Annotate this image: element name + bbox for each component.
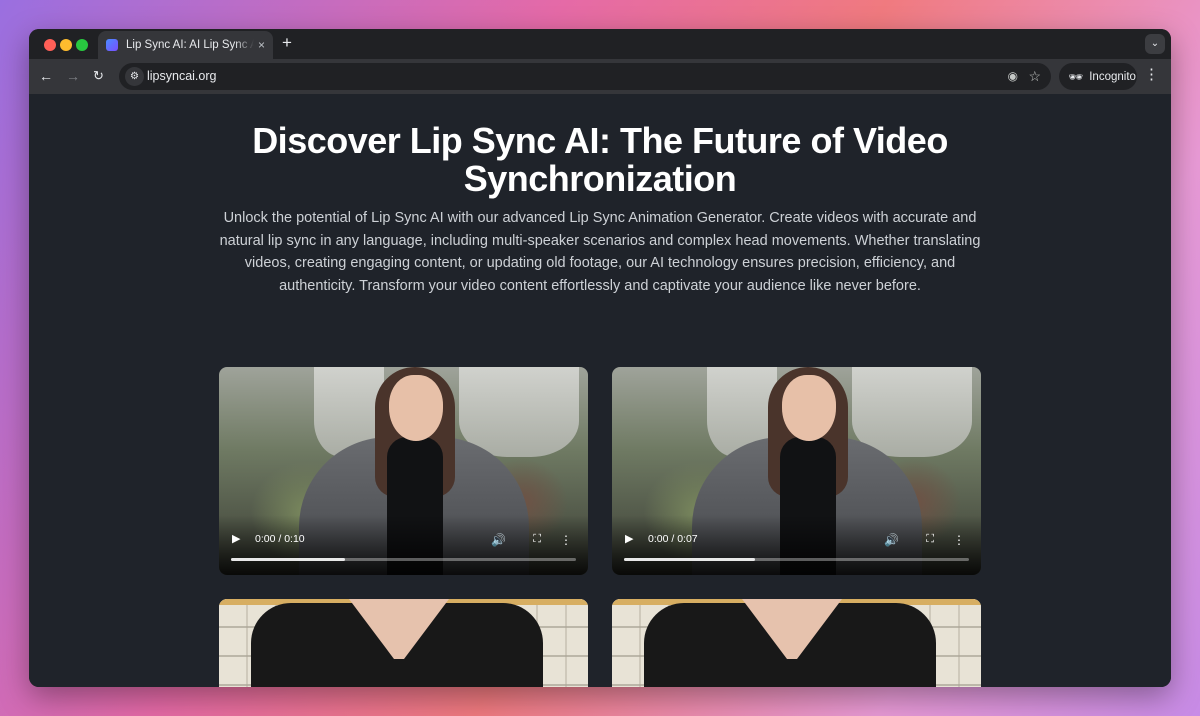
video-progress-fill — [624, 558, 756, 561]
video-more-icon[interactable]: ⋮ — [560, 533, 572, 547]
video-controls: ▶ 0:00 / 0:07 🔊 ⛶ ⋮ — [612, 515, 981, 575]
reload-icon[interactable]: ↻ — [93, 68, 104, 84]
close-window-button[interactable] — [44, 39, 56, 51]
browser-toolbar: ← → ↻ ⚙ lipsyncai.org ◉ ☆ 🕶 Incognito ⋮ — [29, 59, 1171, 94]
tab-close-icon[interactable]: × — [258, 38, 265, 52]
play-icon[interactable]: ▶ — [232, 532, 240, 545]
volume-icon[interactable]: 🔊 — [884, 533, 899, 547]
incognito-label: Incognito — [1089, 70, 1136, 83]
video-progress-fill — [231, 558, 345, 561]
address-bar[interactable]: ⚙ lipsyncai.org ◉ ☆ — [119, 63, 1051, 90]
video-time: 0:00 / 0:07 — [648, 533, 698, 545]
video-time: 0:00 / 0:10 — [255, 533, 305, 545]
video-progress-bar[interactable] — [231, 558, 576, 561]
video-player[interactable] — [612, 599, 981, 687]
video-more-icon[interactable]: ⋮ — [953, 533, 965, 547]
fullscreen-icon[interactable]: ⛶ — [926, 533, 934, 546]
incognito-indicator[interactable]: 🕶 Incognito — [1059, 63, 1137, 90]
minimize-window-button[interactable] — [60, 39, 72, 51]
video-frame — [219, 599, 588, 687]
browser-window: Lip Sync AI: AI Lip Sync Animation Gener… — [29, 29, 1171, 687]
tab-strip: Lip Sync AI: AI Lip Sync Animation Gener… — [29, 29, 1171, 59]
eye-off-icon[interactable]: ◉ — [1008, 69, 1018, 83]
bookmark-star-icon[interactable]: ☆ — [1028, 68, 1041, 85]
site-info-icon[interactable]: ⚙ — [125, 67, 144, 86]
page-content: Discover Lip Sync AI: The Future of Vide… — [29, 94, 1171, 687]
page-description: Unlock the potential of Lip Sync AI with… — [219, 210, 981, 294]
tab-search-chevron-icon[interactable]: ⌄ — [1145, 34, 1165, 54]
video-frame — [612, 599, 981, 687]
active-tab[interactable]: Lip Sync AI: AI Lip Sync Animation Gener… — [98, 31, 273, 59]
back-arrow-icon[interactable]: ← — [39, 68, 53, 84]
video-player[interactable] — [219, 599, 588, 687]
page-title: Discover Lip Sync AI: The Future of Vide… — [252, 120, 948, 199]
new-tab-button[interactable]: + — [282, 34, 292, 52]
fullscreen-icon[interactable]: ⛶ — [533, 533, 541, 546]
play-icon[interactable]: ▶ — [625, 532, 633, 545]
forward-arrow-icon[interactable]: → — [66, 68, 80, 84]
video-progress-bar[interactable] — [624, 558, 969, 561]
tab-title: Lip Sync AI: AI Lip Sync Animation Gener… — [126, 39, 254, 51]
incognito-icon: 🕶 — [1068, 69, 1084, 84]
url-text[interactable]: lipsyncai.org — [147, 69, 216, 83]
maximize-window-button[interactable] — [76, 39, 88, 51]
site-favicon-icon — [106, 39, 118, 51]
video-player[interactable]: ▶ 0:00 / 0:10 🔊 ⛶ ⋮ — [219, 367, 588, 575]
volume-icon[interactable]: 🔊 — [491, 533, 506, 547]
video-controls: ▶ 0:00 / 0:10 🔊 ⛶ ⋮ — [219, 515, 588, 575]
browser-menu-icon[interactable]: ⋮ — [1144, 67, 1159, 83]
video-player[interactable]: ▶ 0:00 / 0:07 🔊 ⛶ ⋮ — [612, 367, 981, 575]
